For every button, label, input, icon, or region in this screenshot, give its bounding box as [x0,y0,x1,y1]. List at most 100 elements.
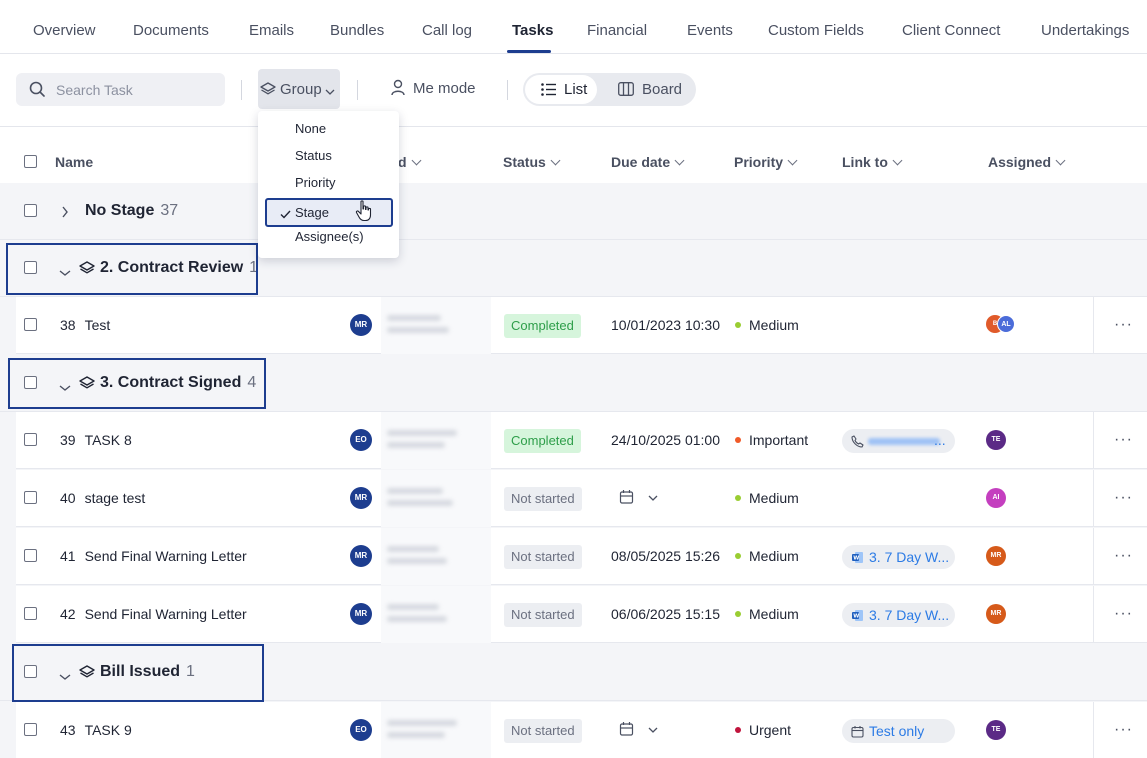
table-row[interactable]: 43 TASK 9 EO Not started Urgent Test only… [16,702,1147,758]
select-all-checkbox[interactable] [24,155,37,168]
task-id: 38 [60,317,76,333]
link-chip[interactable]: ... [842,429,955,453]
due-date[interactable]: 10/01/2023 10:30 [611,317,720,333]
group-option-status[interactable]: Status [295,148,332,163]
column-link-to[interactable]: Link to [842,154,903,170]
group-button[interactable]: Group [258,69,340,109]
group-option-assignees[interactable]: Assignee(s) [295,229,364,244]
link-chip[interactable]: W 3. 7 Day W... [842,545,955,569]
priority[interactable]: Medium [735,548,799,564]
column-due-date[interactable]: Due date [611,154,685,170]
priority-dot [735,495,741,501]
table-row[interactable]: 42 Send Final Warning Letter MR Not start… [16,586,1147,643]
status-badge[interactable]: Not started [504,719,582,743]
search-input[interactable] [56,73,216,106]
table-row[interactable]: 39 TASK 8 EO Completed 24/10/2025 01:00 I… [16,412,1147,469]
due-date-picker[interactable] [619,721,663,742]
status-badge[interactable]: Completed [504,429,581,453]
chevron-down-icon [674,155,685,166]
row-checkbox[interactable] [24,318,37,331]
more-icon[interactable]: ··· [1114,606,1133,622]
avatar: MR [986,546,1006,566]
table-row[interactable]: 41 Send Final Warning Letter MR Not start… [16,528,1147,585]
more-icon[interactable]: ··· [1114,432,1133,448]
task-title[interactable]: 39 TASK 8 [60,432,132,448]
task-title[interactable]: 38 Test [60,317,110,333]
priority[interactable]: Medium [735,317,799,333]
word-document-icon: W [851,551,864,567]
priority-dot [735,553,741,559]
row-checkbox[interactable] [24,433,37,446]
tab-bundles[interactable]: Bundles [330,22,384,39]
group-checkbox[interactable] [24,204,37,217]
more-icon[interactable]: ··· [1114,317,1133,333]
column-name[interactable]: Name [55,154,93,170]
column-status[interactable]: Status [503,154,561,170]
link-chip[interactable]: W 3. 7 Day W... [842,603,955,627]
tab-overview[interactable]: Overview [33,22,96,39]
row-checkbox[interactable] [24,491,37,504]
list-icon [541,83,557,99]
row-actions: ··· [1093,702,1147,758]
tab-documents[interactable]: Documents [133,22,209,39]
due-date[interactable]: 24/10/2025 01:00 [611,432,720,448]
row-checkbox[interactable] [24,607,37,620]
priority[interactable]: Medium [735,490,799,506]
divider [241,80,242,100]
priority[interactable]: Important [735,432,808,448]
toolbar: Group Me mode List Board [0,54,1147,127]
table-row[interactable]: 40 stage test MR Not started Medium AI ··… [16,470,1147,527]
group-option-none[interactable]: None [295,121,326,136]
table-header: Name d Status Due date Priority Link to … [16,141,1147,183]
priority-label: Important [749,432,809,448]
tab-undertakings[interactable]: Undertakings [1041,22,1129,39]
priority-label: Medium [749,490,799,506]
list-view-button[interactable]: List [525,75,597,104]
status-badge[interactable]: Completed [504,314,581,338]
more-icon[interactable]: ··· [1114,490,1133,506]
avatar: MR [350,603,372,625]
row-actions: ··· [1093,412,1147,469]
tab-emails[interactable]: Emails [249,22,294,39]
avatar: EO [350,429,372,451]
link-label: Test only [869,723,925,739]
search-box[interactable] [16,73,225,106]
status-badge[interactable]: Not started [504,487,582,511]
group-option-stage[interactable]: Stage [265,198,393,227]
link-chip[interactable]: Test only [842,719,955,743]
tab-tasks[interactable]: Tasks [512,22,553,39]
me-mode-button[interactable]: Me mode [390,79,476,100]
tab-client-connect[interactable]: Client Connect [902,22,1000,39]
row-checkbox[interactable] [24,723,37,736]
column-assigned[interactable]: Assigned [988,154,1066,170]
tab-financial[interactable]: Financial [587,22,647,39]
task-title[interactable]: 42 Send Final Warning Letter [60,606,247,622]
priority[interactable]: Medium [735,606,799,622]
status-badge[interactable]: Not started [504,603,582,627]
group-row-no-stage[interactable]: No Stage 37 [0,183,1147,240]
due-date-picker[interactable] [619,489,663,510]
status-badge[interactable]: Not started [504,545,582,569]
column-assigned-by[interactable]: d [398,154,422,170]
group-option-priority[interactable]: Priority [295,175,335,190]
redacted-cell [381,470,491,527]
task-name: Send Final Warning Letter [84,548,247,564]
due-date[interactable]: 08/05/2025 15:26 [611,548,720,564]
due-date[interactable]: 06/06/2025 15:15 [611,606,720,622]
priority[interactable]: Urgent [735,722,791,738]
priority-dot [735,611,741,617]
task-title[interactable]: 41 Send Final Warning Letter [60,548,247,564]
row-checkbox[interactable] [24,549,37,562]
chevron-right-icon[interactable] [61,205,69,221]
more-icon[interactable]: ··· [1114,722,1133,738]
priority-label: Medium [749,606,799,622]
tab-custom-fields[interactable]: Custom Fields [768,22,864,39]
table-row[interactable]: 38 Test MR Completed 10/01/2023 10:30 Med… [16,297,1147,354]
tab-events[interactable]: Events [687,22,733,39]
task-title[interactable]: 43 TASK 9 [60,722,132,738]
tab-call-log[interactable]: Call log [422,22,472,39]
column-assigned-by-label: d [398,154,407,170]
more-icon[interactable]: ··· [1114,548,1133,564]
column-priority[interactable]: Priority [734,154,798,170]
task-title[interactable]: 40 stage test [60,490,145,506]
